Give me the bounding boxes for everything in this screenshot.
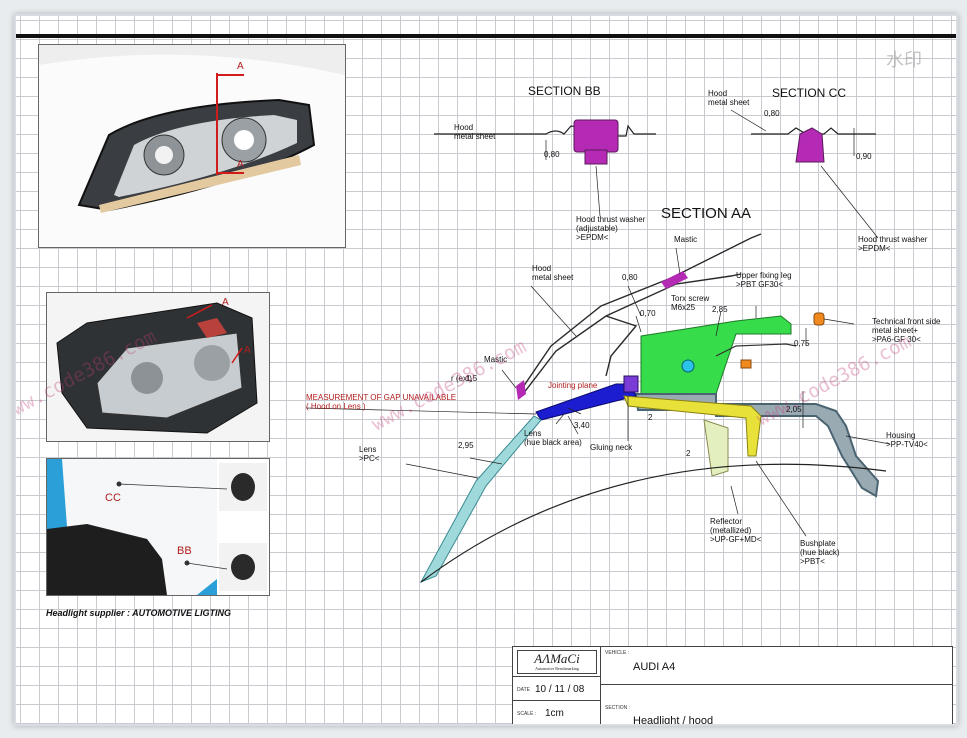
dim-295: 2,95 (458, 441, 474, 450)
amaci-logo: AɅMaCi Automotive Benchmarking (517, 650, 597, 674)
section-cc-hood-label: Hood metal sheet (708, 89, 750, 107)
dim-285: 2,85 (712, 305, 728, 314)
upper-fixing-leg (640, 315, 792, 395)
mastic-left (516, 380, 526, 400)
tb-scale-cell: SCALE : 1cm (513, 701, 601, 724)
lens (419, 415, 542, 583)
section-bb-washer (573, 119, 619, 153)
watermark-2: www.code386.com (368, 335, 530, 435)
tb-vehicle-value: AUDI A4 (633, 661, 676, 673)
dim-2a: 2 (648, 413, 653, 422)
section-cc-dim2: 0,90 (856, 152, 872, 161)
corner-watermark: 水印 (886, 50, 922, 71)
mastic-top (661, 271, 688, 289)
tb-date-cell: DATE 10 / 11 / 08 (513, 677, 601, 701)
lens-label: Lens >PC< (359, 445, 380, 463)
bushplate (623, 395, 762, 457)
mastic-top-label: Mastic (674, 235, 697, 244)
lens-black-label: Lens (hue black area) (524, 429, 582, 447)
jointing-label: Jointing plane (548, 381, 598, 390)
section-bb-washer-label: Hood thrust washer (adjustable) >EPDM< (576, 215, 646, 242)
section-cc-dim1: 0,80 (764, 109, 780, 118)
watermark-1: www.code386.com (16, 325, 160, 425)
tb-scale-label: SCALE : (517, 711, 537, 717)
tb-vehicle-label: VEHICLE : (605, 650, 630, 656)
tb-section-value: Headlight / hood (633, 715, 714, 726)
section-aa-title: SECTION AA (661, 205, 751, 222)
clip-small (740, 359, 752, 369)
dim-2b: 2 (686, 449, 691, 458)
drawing-sheet: A A A A CC BB Headlight supplier: AUTOM… (14, 14, 958, 726)
section-cc-washer (795, 127, 825, 163)
bushplate-label: Bushplate (hue black) >PBT< (800, 539, 840, 566)
section-drawing: SECTION BB Hood metal sheet 0,80 Hood thr… (16, 50, 941, 583)
housing-label: Housing >PP-TV40< (886, 431, 928, 449)
dim-070: 0,70 (640, 309, 656, 318)
dim-340: 3,40 (574, 421, 590, 430)
aa-hood-label: Hood metal sheet (532, 264, 574, 282)
torx-label: Torx screw M6x25 (671, 294, 709, 312)
section-bb-title: SECTION BB (528, 84, 601, 98)
section-bb-hood-label: Hood metal sheet (454, 123, 496, 141)
gluing-neck (623, 375, 639, 393)
technical-sheet-clip (813, 312, 825, 326)
reflector-label: Reflector (metallized) >UP-GF+MD< (710, 517, 762, 544)
dim-080: 0,80 (622, 273, 638, 282)
title-block: AɅMaCi Automotive Benchmarking VEHICLE : … (512, 646, 953, 726)
dim-075: 0,75 (794, 339, 810, 348)
tb-section-cell: SECTION : Headlight / hood (601, 685, 953, 726)
tb-logo-cell: AɅMaCi Automotive Benchmarking (513, 647, 601, 677)
torx-screw (681, 359, 695, 373)
tb-date-label: DATE (517, 687, 530, 693)
upper-leg-label: Upper fixing leg >PBT GF30< (736, 271, 792, 289)
gluing-label: Gluing neck (590, 443, 633, 452)
section-bb-dim: 0,80 (544, 150, 560, 159)
tb-section-label: SECTION : (605, 705, 631, 711)
section-cc-washer-label: Hood thrust washer >EPDM< (858, 235, 928, 253)
tb-vehicle-cell: VEHICLE : AUDI A4 (601, 647, 953, 685)
section-cc-title: SECTION CC (772, 86, 846, 100)
tb-scale-value: 1cm (545, 708, 564, 719)
tb-date-value: 10 / 11 / 08 (535, 684, 585, 695)
section-bb-washer-stem (584, 149, 608, 165)
